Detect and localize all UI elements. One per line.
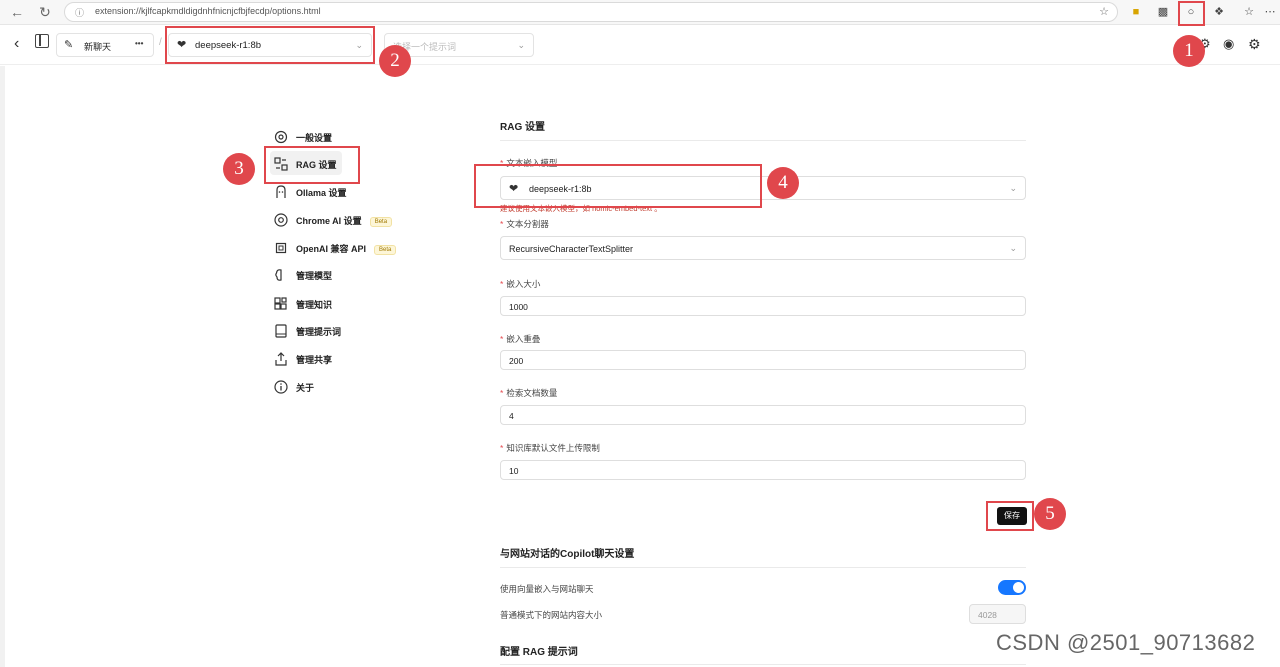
chevron-down-icon: ⌄ [1009,183,1017,193]
rag-prompt-section-title: 配置 RAG 提示词 [500,647,578,658]
share-icon [275,352,287,366]
back-arrow-icon[interactable]: ← [8,3,26,21]
header-separator: / [159,37,162,48]
vector-chat-label: 使用向量嵌入与网站聊天 [500,584,594,594]
vector-chat-toggle[interactable] [998,580,1026,595]
info-icon [274,380,288,394]
toggle-knob [1013,582,1024,593]
normal-mode-size-input[interactable]: 4028 [969,604,1026,624]
sidebar-item-label: 关于 [296,383,315,393]
sidebar-item-label: 管理知识 [296,300,333,310]
chip-icon [275,242,287,254]
beta-badge: Beta [369,216,393,227]
edit-icon: ✎ [64,39,74,51]
chunk-size-value: 1000 [509,302,528,312]
doc-count-label: * 检索文档数量 [500,388,558,398]
rag-section-title: RAG 设置 [500,122,545,133]
chevron-down-icon: ⌄ [1009,243,1017,253]
chunk-overlap-value: 200 [509,356,524,366]
divider [500,664,1026,665]
chrome-icon [274,213,288,227]
sidebar-item-label: 一般设置 [296,133,333,143]
sidebar-item-about[interactable]: 关于 [270,374,400,400]
chunk-size-input[interactable]: 1000 [500,296,1026,316]
address-bar[interactable]: ⓘ extension://kjlfcapkmdldigdnhfnicnjcfb… [64,2,1118,22]
sidebar-item-chrome-ai[interactable]: Chrome AI 设置 Beta [270,207,400,233]
annotation-box-1 [1178,1,1205,26]
sidebar-item-label: 管理提示词 [296,327,342,337]
upload-limit-value: 10 [509,466,519,476]
sidebar-item-manage-prompts[interactable]: 管理提示词 [270,318,400,344]
gear-icon [274,130,288,144]
sidebar-item-label: Ollama 设置 [296,188,347,198]
browser-toolbar: ← ↻ ⓘ extension://kjlfcapkmdldigdnhfnicn… [0,0,1280,25]
sidebar-item-label: Chrome AI 设置 [296,216,362,226]
annotation-box-4 [474,164,762,208]
sidebar-item-manage-models[interactable]: 管理模型 [270,262,400,288]
folder-extension-icon[interactable]: ■ [1128,4,1144,20]
sidebar-item-openai-api[interactable]: OpenAI 兼容 API Beta [270,235,400,261]
upload-limit-label: * 知识库默认文件上传限制 [500,443,600,453]
book-icon [275,324,287,338]
sidebar-item-label: OpenAI 兼容 API [296,244,367,254]
annotation-box-2 [165,26,375,64]
sidebar-item-manage-share[interactable]: 管理共享 [270,346,400,372]
annotation-box-5 [986,501,1034,531]
github-icon[interactable]: ◉ [1223,36,1234,52]
normal-mode-size-value: 4028 [978,610,997,620]
sidebar-toggle-icon[interactable] [35,34,49,48]
annotation-number-3: 3 [223,153,255,185]
normal-mode-size-label: 普通模式下的网站内容大小 [500,610,603,620]
page-left-margin [0,66,5,667]
reload-icon[interactable]: ↻ [36,3,54,21]
sidebar-item-manage-knowledge[interactable]: 管理知识 [270,291,400,317]
puzzle-extensions-icon[interactable]: ❖ [1211,4,1227,20]
star-icon[interactable]: ☆ [1099,5,1109,18]
beta-badge: Beta [374,244,397,255]
annotation-number-5: 5 [1034,498,1066,530]
info-icon[interactable]: ⓘ [75,6,84,19]
url-text: extension://kjlfcapkmdldigdnhfnicnjcfbjf… [95,6,321,16]
divider [500,140,1026,141]
upload-limit-input[interactable]: 10 [500,460,1026,480]
blocks-icon [274,297,287,310]
more-icon[interactable]: ••• [135,39,143,48]
menu-icon[interactable]: ⋯ [1262,4,1278,20]
chunk-size-label: * 嵌入大小 [500,279,541,289]
annotation-number-4: 4 [767,167,799,199]
watermark-text: CSDN @2501_90713682 [996,630,1256,655]
splitter-value: RecursiveCharacterTextSplitter [509,244,634,254]
copilot-section-title: 与网站对话的Copilot聊天设置 [500,549,635,560]
splitter-label: * 文本分割器 [500,219,549,229]
annotation-number-2: 2 [379,45,411,77]
extension-icon[interactable]: ▩ [1155,4,1171,20]
chunk-overlap-input[interactable]: 200 [500,350,1026,370]
splitter-select[interactable]: RecursiveCharacterTextSplitter ⌄ [500,236,1026,260]
new-chat-button[interactable]: ✎ 新聊天 ••• [56,33,154,57]
chevron-down-icon: ⌄ [517,40,525,50]
doc-count-input[interactable]: 4 [500,405,1026,425]
ollama-icon [276,185,286,198]
sidebar-item-label: 管理共享 [296,355,333,365]
chunk-overlap-label: * 嵌入重叠 [500,334,541,344]
new-chat-label: 新聊天 [84,42,112,52]
sidebar-item-label: 管理模型 [296,271,333,281]
doc-count-value: 4 [509,411,514,421]
chevron-left-icon[interactable]: ‹ [14,35,19,53]
favorites-icon[interactable]: ☆ [1241,4,1257,20]
annotation-number-1: 1 [1173,35,1205,67]
annotation-box-3 [264,146,360,184]
divider [500,567,1026,568]
gear-icon[interactable]: ⚙ [1248,36,1261,53]
brain-icon [275,269,282,281]
